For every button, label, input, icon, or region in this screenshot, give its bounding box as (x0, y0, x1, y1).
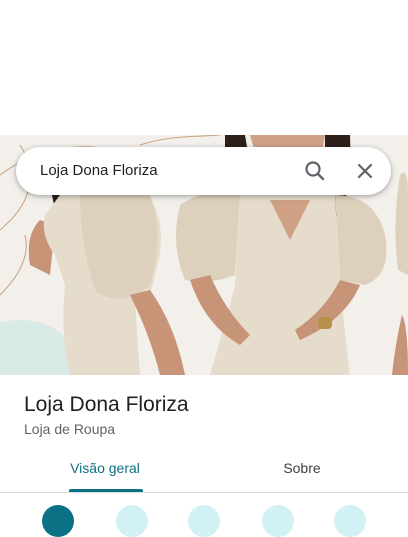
close-icon[interactable] (351, 157, 379, 185)
search-icon[interactable] (301, 157, 329, 185)
search-bar[interactable]: Loja Dona Floriza (16, 147, 391, 195)
tab-overview[interactable]: Visão geral (66, 452, 144, 492)
place-category: Loja de Roupa (24, 421, 116, 437)
top-blank-area (0, 0, 408, 135)
place-title: Loja Dona Floriza (24, 393, 189, 416)
active-tab-indicator (69, 489, 143, 492)
tab-bar: Visão geral Sobre (0, 452, 408, 493)
search-input[interactable]: Loja Dona Floriza (40, 147, 158, 195)
tab-about[interactable]: Sobre (262, 452, 342, 492)
